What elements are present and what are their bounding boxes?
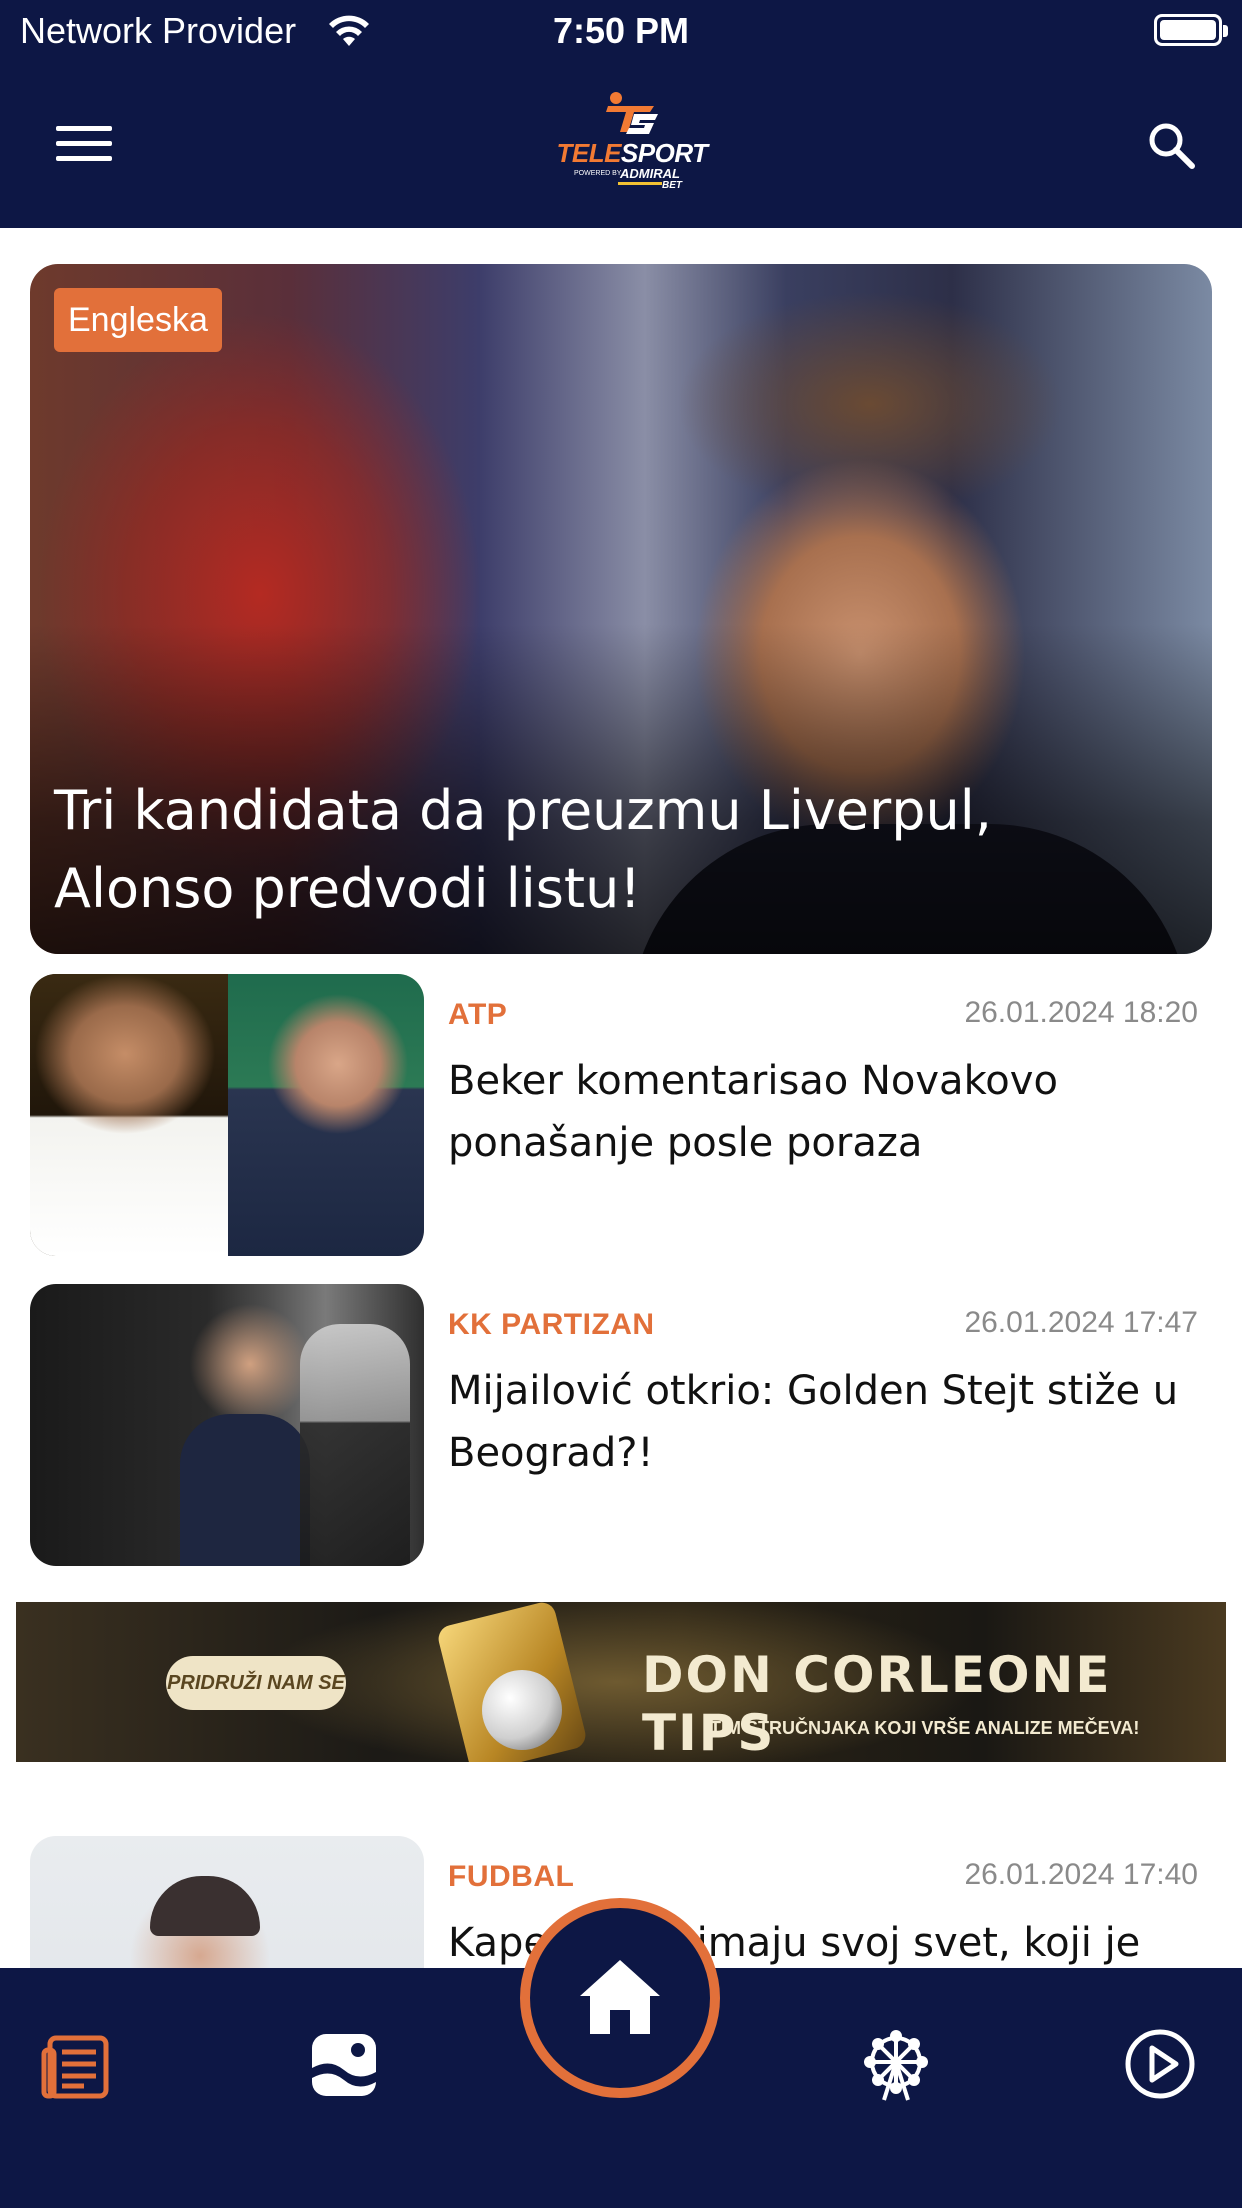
logo-powered-by: POWERED BY <box>574 170 622 177</box>
status-bar: Network Provider 7:50 PM <box>0 0 1242 62</box>
news-category: FUDBAL <box>448 1860 575 1893</box>
status-time: 7:50 PM <box>552 10 690 51</box>
home-icon <box>580 1960 660 2034</box>
top-bar: Network Provider 7:50 PM TELESPORT POWER… <box>0 0 1242 228</box>
news-category: ATP <box>448 998 508 1031</box>
banner-join-button[interactable]: PRIDRUŽI NAM SE <box>166 1656 346 1710</box>
logo-sponsor-suffix: BET <box>662 180 682 191</box>
logo-sponsor: ADMIRAL <box>620 166 680 181</box>
logo-wordmark: TELESPORT <box>556 138 708 168</box>
home-button[interactable] <box>520 1898 720 2098</box>
battery-icon <box>1154 14 1228 46</box>
news-date: 26.01.2024 17:40 <box>964 1858 1198 1891</box>
search-icon[interactable] <box>1144 118 1198 172</box>
telesport-logo[interactable]: TELESPORT POWERED BY ADMIRAL BET <box>552 92 712 196</box>
ad-banner[interactable]: PRIDRUŽI NAM SE DON CORLEONE TIPS TIM ST… <box>16 1602 1226 1762</box>
hero-title: Tri kandidata da preuzmu Liverpul, Alons… <box>54 779 992 920</box>
news-thumbnail <box>30 1284 424 1566</box>
ferris-wheel-icon[interactable] <box>856 2024 936 2104</box>
logo-stripe <box>618 182 662 185</box>
news-list-item[interactable]: KK PARTIZAN 26.01.2024 17:47 Mijailović … <box>30 1284 1212 1566</box>
scores-icon[interactable] <box>304 2024 384 2104</box>
news-date: 26.01.2024 18:20 <box>964 996 1198 1029</box>
banner-title: DON CORLEONE TIPS <box>642 1646 1112 1762</box>
play-icon[interactable] <box>1120 2024 1200 2104</box>
hamburger-menu-icon[interactable] <box>56 122 112 166</box>
news-icon[interactable] <box>40 2024 120 2104</box>
news-list-item[interactable]: ATP 26.01.2024 18:20 Beker komentarisao … <box>30 974 1212 1256</box>
banner-ball-image <box>482 1670 562 1750</box>
news-category: KK PARTIZAN <box>448 1308 655 1341</box>
news-date: 26.01.2024 17:47 <box>964 1306 1198 1339</box>
news-thumbnail <box>30 974 424 1256</box>
telesport-logo-mark-icon <box>606 92 658 134</box>
news-headline: Mijailović otkrio: Golden Stejt stiže u … <box>448 1368 1179 1476</box>
hero-article-card[interactable]: Engleska Tri kandidata da preuzmu Liverp… <box>30 264 1212 954</box>
hero-category-tag[interactable]: Engleska <box>54 288 222 352</box>
news-headline: Beker komentarisao Novakovo ponašanje po… <box>448 1058 1058 1166</box>
banner-subtitle: TIM STRUČNJAKA KOJI VRŠE ANALIZE MEČEVA! <box>710 1718 1140 1738</box>
